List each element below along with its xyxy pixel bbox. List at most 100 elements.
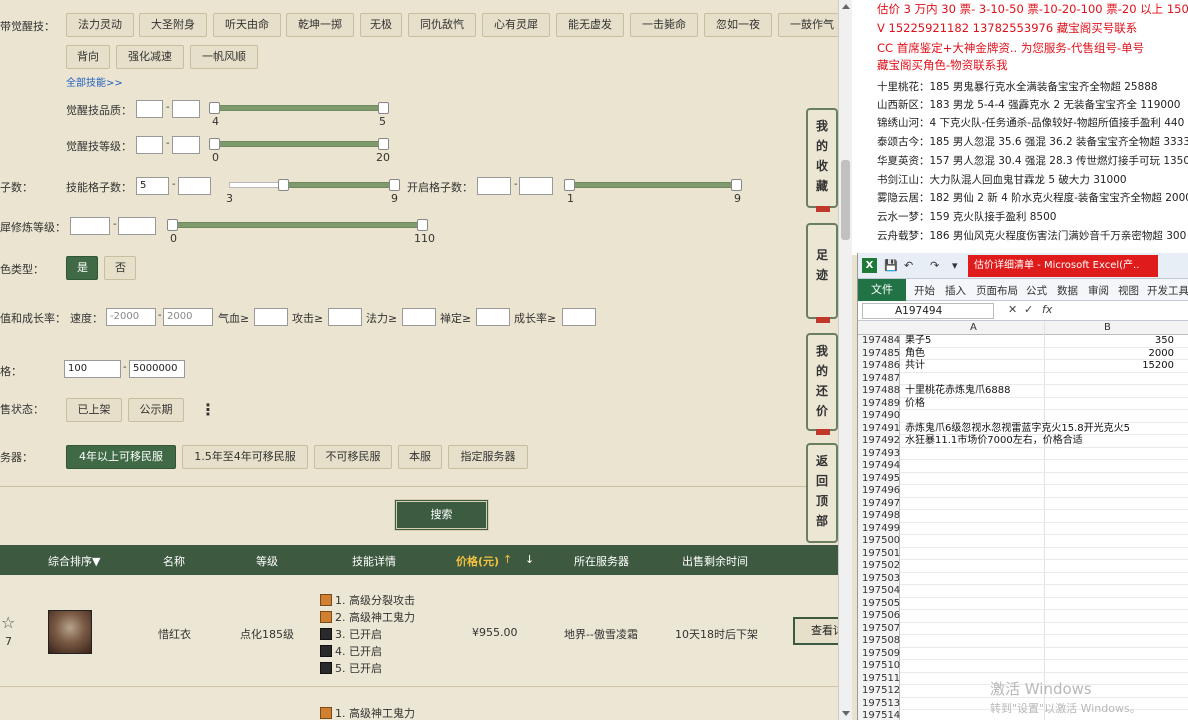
sheet-row[interactable]: 197493 [858,447,1188,460]
row-number[interactable]: 197493 [858,447,900,460]
sheet-row[interactable]: 197499 [858,522,1188,535]
price-header[interactable]: 价格(元) [456,553,499,569]
chanding-input[interactable] [476,308,510,326]
tab-review[interactable]: 审阅 [1088,283,1109,298]
row-number[interactable]: 197500 [858,535,900,548]
open-slots-slider[interactable] [569,182,739,188]
row-number[interactable]: 197486 [858,360,900,373]
confirm-icon[interactable]: ✓ [1024,303,1033,316]
save-icon[interactable]: 💾 [884,259,898,272]
sheet-row[interactable]: 197484 果子5 350 [858,335,1188,348]
footprint-nav[interactable]: 足迹 [806,223,838,323]
row-number[interactable]: 197504 [858,585,900,598]
sheet-row[interactable]: 197505 [858,597,1188,610]
skill-slots-slider-unselected[interactable] [229,182,285,188]
color-type-yes-button[interactable]: 是 [66,256,98,280]
tab-data[interactable]: 数据 [1057,283,1078,298]
sheet-row[interactable]: 197496 [858,485,1188,498]
skill-option-dasheng[interactable]: 大圣附身 [139,13,207,37]
skill-option-yifan[interactable]: 一帆风顺 [190,45,258,69]
column-a-header[interactable]: A [970,322,977,333]
sheet-row[interactable]: 197490 [858,410,1188,423]
row-number[interactable]: 197487 [858,372,900,385]
server-option-1-5yr[interactable]: 1.5年至4年可移民服 [182,445,308,469]
row-number[interactable]: 197506 [858,610,900,623]
row-number[interactable]: 197499 [858,522,900,535]
skill-option-tingtian[interactable]: 听天由命 [213,13,281,37]
row-number[interactable]: 197510 [858,660,900,673]
skill-option-yiji[interactable]: 一击毙命 [630,13,698,37]
undo-icon[interactable]: ↶ [904,259,913,272]
cell-b[interactable]: 350 [1088,335,1174,347]
skill-option-beixiang[interactable]: 背向 [66,45,110,69]
row-number[interactable]: 197507 [858,622,900,635]
back-to-top-nav[interactable]: 返回顶部 [806,443,838,543]
cell-a[interactable]: 共计 [905,360,925,372]
skill-option-qianghua[interactable]: 强化减速 [116,45,184,69]
refine-max-input[interactable] [118,217,156,235]
customize-toolbar-icon[interactable]: ▾ [952,259,958,272]
growth-input[interactable] [562,308,596,326]
open-slots-max-input[interactable] [519,177,553,195]
sheet-row[interactable]: 197494 [858,460,1188,473]
skill-slots-slider[interactable] [283,182,395,188]
tab-insert[interactable]: 插入 [945,283,966,298]
sort-rank-header[interactable]: 综合排序▼ [48,553,100,569]
sort-down-icon[interactable]: ↓ [525,553,534,566]
listed-button[interactable]: 已上架 [66,398,122,422]
open-slots-min-input[interactable] [477,177,511,195]
awaken-quality-min-input[interactable] [136,100,163,118]
sheet-row[interactable]: 197495 [858,472,1188,485]
slider-knob[interactable] [731,179,742,191]
table-row[interactable] [0,688,838,720]
row-number[interactable]: 197512 [858,685,900,698]
role-avatar[interactable] [48,610,92,654]
row-number[interactable]: 197509 [858,647,900,660]
row-number[interactable]: 197497 [858,497,900,510]
qixue-input[interactable] [254,308,288,326]
skill-option-tongchou[interactable]: 同仇敌忾 [408,13,476,37]
skill-option-yigu[interactable]: 一鼓作气 [778,13,838,37]
slider-knob[interactable] [389,179,400,191]
sheet-row[interactable]: 197510 [858,660,1188,673]
sort-up-icon[interactable]: ↑ [503,553,512,566]
slider-knob[interactable] [417,219,428,231]
refine-slider[interactable] [172,222,424,228]
row-number[interactable]: 197513 [858,697,900,710]
sheet-row[interactable]: 197487 [858,372,1188,385]
row-number[interactable]: 197496 [858,485,900,498]
scroll-down-icon[interactable] [842,711,850,716]
awaken-level-max-input[interactable] [172,136,200,154]
color-type-no-button[interactable]: 否 [104,256,136,280]
tab-view[interactable]: 视图 [1118,283,1139,298]
row-number[interactable]: 197498 [858,510,900,523]
file-tab[interactable]: 文件 [858,279,906,301]
refine-min-input[interactable] [70,217,110,235]
skill-option-nengwu[interactable]: 能无虚发 [556,13,624,37]
search-button[interactable]: 搜索 [394,499,489,531]
tab-page-layout[interactable]: 页面布局 [976,283,1018,298]
server-option-no-migrate[interactable]: 不可移民服 [314,445,392,469]
row-number[interactable]: 197492 [858,435,900,448]
awaken-quality-max-input[interactable] [172,100,200,118]
slider-knob[interactable] [564,179,575,191]
skill-option-wuji[interactable]: 无极 [360,13,402,37]
column-b-header[interactable]: B [1104,322,1111,333]
function-icon[interactable]: fx [1042,303,1052,316]
server-option-4yr[interactable]: 4年以上可移民服 [66,445,176,469]
row-number[interactable]: 197490 [858,410,900,423]
row-number[interactable]: 197514 [858,710,900,720]
slider-knob[interactable] [378,138,389,150]
sheet-row[interactable]: 197488 十里桃花赤炼鬼爪6888 [858,385,1188,398]
my-counteroffer-nav[interactable]: 我的还价 [806,333,838,435]
scroll-up-icon[interactable] [842,4,850,9]
skill-option-qiankun[interactable]: 乾坤一掷 [286,13,354,37]
skill-option-huru[interactable]: 忽如一夜 [704,13,772,37]
row-number[interactable]: 197503 [858,572,900,585]
cell-a[interactable]: 价格 [905,398,925,410]
sheet-row[interactable]: 197492 水狂暴11.1市场价7000左右，价格合适 [858,435,1188,448]
sheet-row[interactable]: 197485 角色 2000 [858,347,1188,360]
row-number[interactable]: 197505 [858,597,900,610]
server-option-local[interactable]: 本服 [398,445,442,469]
price-max-input[interactable]: 5000000 [129,360,185,378]
